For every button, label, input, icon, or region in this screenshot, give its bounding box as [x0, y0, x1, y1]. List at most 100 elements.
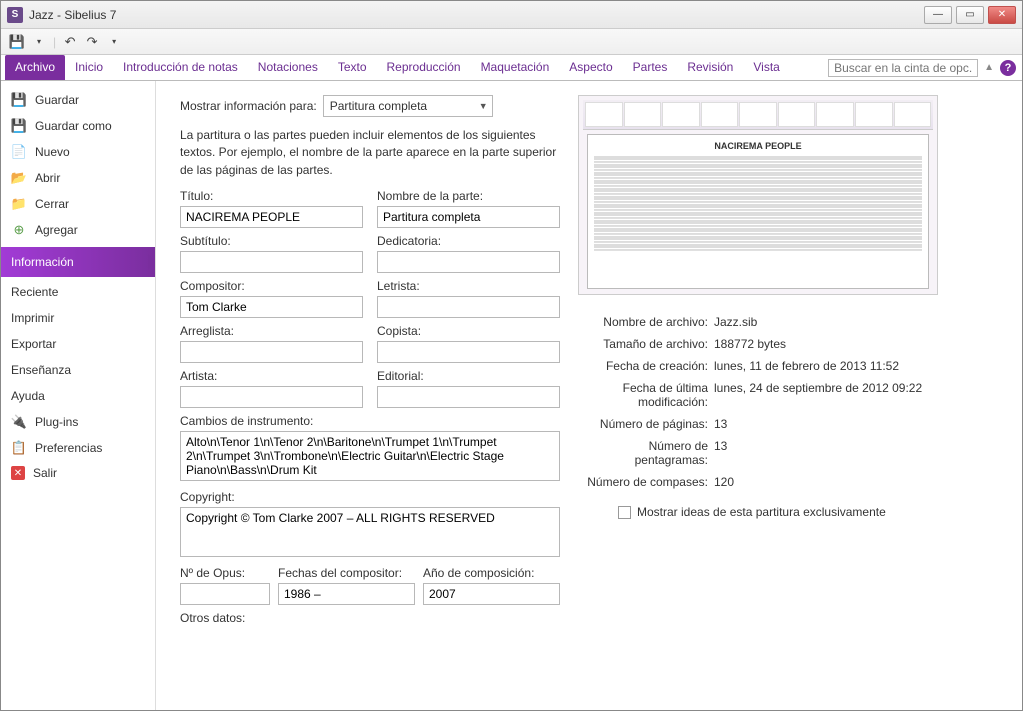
- sidebar-item-reciente[interactable]: Reciente: [1, 277, 155, 303]
- input-arranger[interactable]: [180, 341, 363, 363]
- meta-filename-label: Nombre de archivo:: [578, 315, 708, 329]
- input-lyricist[interactable]: [377, 296, 560, 318]
- qat-dropdown-icon[interactable]: ▾: [31, 34, 47, 50]
- meta-created-value: lunes, 11 de febrero de 2013 11:52: [714, 359, 1004, 373]
- right-panel: NACIREMA PEOPLE Nombre de archivo: Jazz.s…: [578, 95, 1004, 710]
- label-part-name: Nombre de la parte:: [377, 189, 560, 203]
- show-for-select[interactable]: Partitura completa ▼: [323, 95, 493, 117]
- close-folder-icon: 📁: [11, 196, 27, 212]
- tab-partes[interactable]: Partes: [623, 55, 678, 80]
- tab-introduccion[interactable]: Introducción de notas: [113, 55, 248, 80]
- input-opus[interactable]: [180, 583, 270, 605]
- sidebar-item-imprimir[interactable]: Imprimir: [1, 303, 155, 329]
- app-window: S Jazz - Sibelius 7 — ▭ ✕ 💾 ▾ | ↶ ↷ ▾ Ar…: [0, 0, 1023, 711]
- input-subtitle[interactable]: [180, 251, 363, 273]
- collapse-ribbon-icon[interactable]: ▲: [984, 62, 994, 73]
- meta-bars-label: Número de compases:: [578, 475, 708, 489]
- label-instrument-changes: Cambios de instrumento:: [180, 414, 560, 428]
- undo-icon[interactable]: ↶: [62, 34, 78, 50]
- meta-pages-value: 13: [714, 417, 1004, 431]
- sidebar-label: Guardar como: [35, 119, 112, 133]
- label-artist: Artista:: [180, 369, 363, 383]
- sidebar-item-guardar[interactable]: 💾Guardar: [1, 87, 155, 113]
- meta-modified-value: lunes, 24 de septiembre de 2012 09:22: [714, 381, 1004, 409]
- save-as-icon: 💾: [11, 118, 27, 134]
- info-form: Mostrar información para: Partitura comp…: [180, 95, 560, 710]
- input-instrument-changes[interactable]: Alto\n\Tenor 1\n\Tenor 2\n\Baritone\n\Tr…: [180, 431, 560, 481]
- input-composition-year[interactable]: [423, 583, 560, 605]
- save-icon[interactable]: 💾: [9, 34, 25, 50]
- redo-icon[interactable]: ↷: [84, 34, 100, 50]
- sidebar-item-informacion[interactable]: Información: [1, 247, 155, 277]
- sidebar-label: Salir: [33, 466, 57, 480]
- sidebar-item-ensenanza[interactable]: Enseñanza: [1, 355, 155, 381]
- label-arranger: Arreglista:: [180, 324, 363, 338]
- sidebar-item-exportar[interactable]: Exportar: [1, 329, 155, 355]
- label-copyright: Copyright:: [180, 490, 560, 504]
- close-window-button[interactable]: ✕: [988, 6, 1016, 24]
- input-composer[interactable]: [180, 296, 363, 318]
- meta-filename-value: Jazz.sib: [714, 315, 1004, 329]
- sidebar-item-preferencias[interactable]: 📋Preferencias: [1, 435, 155, 461]
- show-for-value: Partitura completa: [330, 99, 427, 113]
- meta-created-label: Fecha de creación:: [578, 359, 708, 373]
- label-publisher: Editorial:: [377, 369, 560, 383]
- maximize-button[interactable]: ▭: [956, 6, 984, 24]
- tab-inicio[interactable]: Inicio: [65, 55, 113, 80]
- preview-title: NACIREMA PEOPLE: [594, 141, 922, 151]
- sidebar-item-salir[interactable]: ✕Salir: [1, 461, 155, 485]
- description-text: La partitura o las partes pueden incluir…: [180, 127, 560, 179]
- preview-score: NACIREMA PEOPLE: [587, 134, 929, 289]
- sidebar-label: Información: [11, 255, 74, 269]
- input-dedication[interactable]: [377, 251, 560, 273]
- exclusive-ideas-checkbox[interactable]: [618, 506, 631, 519]
- tab-reproduccion[interactable]: Reproducción: [377, 55, 471, 80]
- sidebar-item-cerrar[interactable]: 📁Cerrar: [1, 191, 155, 217]
- sidebar-item-abrir[interactable]: 📂Abrir: [1, 165, 155, 191]
- sidebar-item-ayuda[interactable]: Ayuda: [1, 381, 155, 407]
- file-metadata: Nombre de archivo:Jazz.sib Tamaño de arc…: [578, 315, 1004, 489]
- input-composer-dates[interactable]: [278, 583, 415, 605]
- content: Mostrar información para: Partitura comp…: [156, 81, 1022, 710]
- ribbon-search: ▲ ?: [828, 55, 1016, 80]
- input-part-name[interactable]: [377, 206, 560, 228]
- meta-bars-value: 120: [714, 475, 1004, 489]
- label-composer-dates: Fechas del compositor:: [278, 566, 415, 580]
- ribbon-search-input[interactable]: [828, 59, 978, 77]
- label-lyricist: Letrista:: [377, 279, 560, 293]
- input-artist[interactable]: [180, 386, 363, 408]
- score-preview: NACIREMA PEOPLE: [578, 95, 938, 295]
- tab-archivo[interactable]: Archivo: [5, 55, 65, 80]
- sidebar-item-nuevo[interactable]: 📄Nuevo: [1, 139, 155, 165]
- input-title[interactable]: [180, 206, 363, 228]
- meta-staves-label: Número de pentagramas:: [578, 439, 708, 467]
- sidebar-label: Abrir: [35, 171, 60, 185]
- tab-texto[interactable]: Texto: [328, 55, 377, 80]
- label-copyist: Copista:: [377, 324, 560, 338]
- label-composer: Compositor:: [180, 279, 363, 293]
- qat-dropdown-2-icon[interactable]: ▾: [106, 34, 122, 50]
- sidebar-item-plugins[interactable]: 🔌Plug-ins: [1, 409, 155, 435]
- window-controls: — ▭ ✕: [924, 6, 1016, 24]
- input-copyist[interactable]: [377, 341, 560, 363]
- tab-vista[interactable]: Vista: [743, 55, 789, 80]
- sidebar-item-guardar-como[interactable]: 💾 Guardar como: [1, 113, 155, 139]
- label-dedication: Dedicatoria:: [377, 234, 560, 248]
- tab-aspecto[interactable]: Aspecto: [559, 55, 622, 80]
- tab-revision[interactable]: Revisión: [677, 55, 743, 80]
- sidebar-label: Nuevo: [35, 145, 70, 159]
- titlebar: S Jazz - Sibelius 7 — ▭ ✕: [1, 1, 1022, 29]
- chevron-down-icon: ▼: [479, 101, 488, 111]
- input-publisher[interactable]: [377, 386, 560, 408]
- preview-ribbon: [583, 100, 933, 130]
- meta-modified-label: Fecha de última modificación:: [578, 381, 708, 409]
- add-icon: ⊕: [11, 222, 27, 238]
- input-copyright[interactable]: Copyright © Tom Clarke 2007 – ALL RIGHTS…: [180, 507, 560, 557]
- help-icon[interactable]: ?: [1000, 60, 1016, 76]
- tab-notaciones[interactable]: Notaciones: [248, 55, 328, 80]
- meta-filesize-value: 188772 bytes: [714, 337, 1004, 351]
- sidebar-item-agregar[interactable]: ⊕Agregar: [1, 217, 155, 243]
- meta-staves-value: 13: [714, 439, 1004, 467]
- minimize-button[interactable]: —: [924, 6, 952, 24]
- tab-maquetacion[interactable]: Maquetación: [471, 55, 560, 80]
